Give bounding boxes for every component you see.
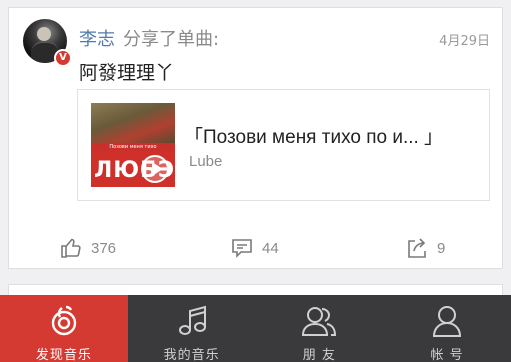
comment-icon [232, 239, 252, 258]
friends-icon [302, 307, 337, 336]
comment-count: 44 [262, 239, 279, 257]
comment-button[interactable]: 44 [231, 236, 279, 260]
tab-label: 帐 号 [430, 348, 464, 362]
album-cover[interactable]: Позови меня тихо ЛЮБЭ [91, 103, 175, 187]
like-count: 376 [91, 239, 117, 257]
tab-my-music[interactable]: 我的音乐 [128, 295, 256, 362]
song-title: 「Позови меня тихо по и... 」 [184, 127, 444, 148]
song-artist: Lube [189, 153, 223, 170]
shared-song-card[interactable]: Позови меня тихо ЛЮБЭ 「Позови меня тихо … [77, 89, 490, 201]
post-date: 4月29日 [439, 34, 490, 49]
username-link[interactable]: 李志 [79, 29, 115, 50]
feed-card: V 李志 分享了单曲: 4月29日 阿發理理丫 Позови меня тихо … [8, 7, 503, 269]
share-icon [408, 238, 426, 258]
tab-friends[interactable]: 朋 友 [256, 295, 384, 362]
account-icon [433, 306, 462, 337]
tab-label: 朋 友 [302, 348, 336, 362]
avatar[interactable]: V [23, 19, 72, 67]
share-button[interactable]: 9 [406, 236, 445, 260]
post-header: 李志 分享了单曲: [79, 25, 219, 51]
tab-label: 我的音乐 [163, 348, 220, 362]
tab-discover-music[interactable]: 发现音乐 [0, 295, 128, 362]
netease-music-icon [51, 305, 77, 336]
share-count: 9 [437, 239, 446, 257]
bottom-tab-bar: 发现音乐 我的音乐 朋 友 帐 号 [0, 295, 511, 362]
verified-badge-icon: V [54, 49, 72, 67]
thumbs-up-icon [61, 238, 81, 258]
like-button[interactable]: 376 [60, 236, 116, 260]
share-action-text: 分享了单曲: [123, 29, 220, 50]
play-icon[interactable] [141, 155, 169, 183]
post-text: 阿發理理丫 [79, 62, 175, 84]
cover-strip-text: Позови меня тихо [91, 143, 175, 151]
tab-label: 发现音乐 [35, 348, 92, 362]
music-note-icon [178, 305, 206, 335]
cover-photo [91, 103, 175, 143]
tab-account[interactable]: 帐 号 [383, 295, 511, 362]
